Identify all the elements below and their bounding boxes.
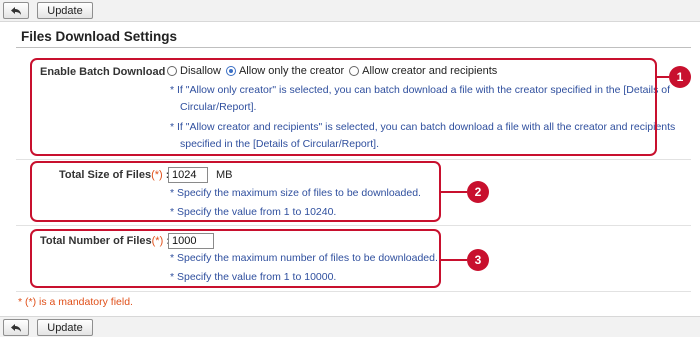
highlight-box-3 [30,229,441,288]
row-divider [16,291,691,292]
update-button[interactable]: Update [37,2,93,19]
highlight-box-2 [30,161,441,222]
highlight-box-1 [30,58,657,156]
back-arrow-icon [11,6,21,15]
top-toolbar: Update [0,0,700,22]
settings-panel: Files Download Settings Enable Batch Dow… [11,26,696,313]
title-divider [16,47,691,48]
back-button-bottom[interactable] [3,319,29,336]
highlight-connector-3 [441,259,467,261]
highlight-connector-1 [657,76,669,78]
callout-badge-1: 1 [669,66,691,88]
back-arrow-icon [11,323,21,332]
update-button-bottom[interactable]: Update [37,319,93,336]
bottom-toolbar: Update [0,316,700,337]
callout-badge-2: 2 [467,181,489,203]
row-divider [16,159,691,160]
callout-badge-3: 3 [467,249,489,271]
row-divider [16,225,691,226]
mandatory-field-note: * (*) is a mandatory field. [18,296,133,308]
back-button[interactable] [3,2,29,19]
highlight-connector-2 [441,191,467,193]
page-title: Files Download Settings [21,29,178,44]
